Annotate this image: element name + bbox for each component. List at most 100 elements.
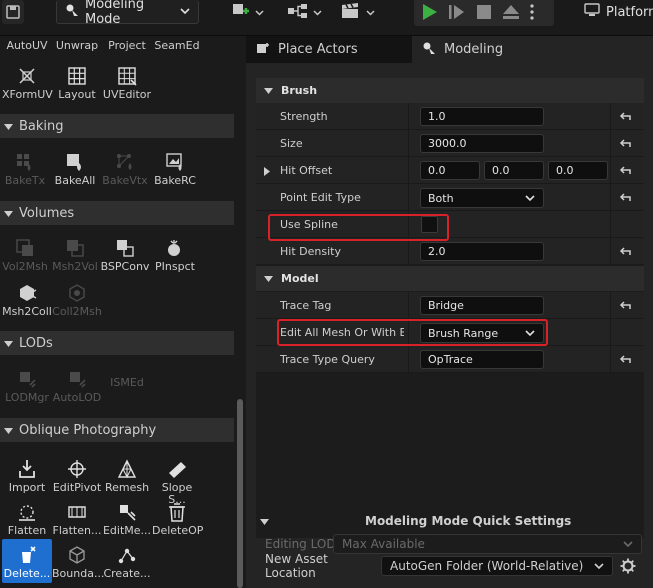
tool-bakeall[interactable]: BakeAll	[50, 150, 100, 187]
edit-all-mesh-dropdown[interactable]: Brush Range	[420, 323, 544, 343]
strength-input[interactable]: 1.0	[420, 107, 544, 126]
tab-modeling[interactable]: Modeling	[412, 36, 653, 63]
section-oblique-photography-header[interactable]: Oblique Photography	[0, 418, 234, 442]
hit-offset-y-input[interactable]: 0.0	[484, 161, 544, 180]
quick-settings-header[interactable]: Modeling Mode Quick Settings	[256, 508, 644, 533]
boundary-cube-icon	[52, 543, 102, 565]
category-brush[interactable]: Brush	[256, 78, 644, 103]
tool-autouv[interactable]: AutoUV	[2, 40, 52, 52]
modeling-mode-icon	[422, 41, 436, 59]
column-divider	[408, 238, 409, 265]
eject-icon[interactable]	[502, 4, 520, 23]
column-divider	[408, 292, 409, 319]
tool-vol2msh[interactable]: Vol2Msh	[0, 236, 50, 273]
quick-settings-new-asset-location: New Asset Location AutoGen Folder (World…	[256, 552, 644, 580]
tool-bakevtx[interactable]: BakeVtx	[100, 150, 150, 187]
tool-ismed[interactable]: ISMEd	[102, 377, 152, 389]
column-divider	[408, 211, 409, 238]
hit-offset-z-input[interactable]: 0.0	[548, 161, 608, 180]
add-actor-button[interactable]	[231, 0, 264, 24]
tool-remesh[interactable]: Remesh	[102, 457, 152, 494]
tool-create[interactable]: Create...	[102, 543, 152, 580]
bake-vertex-icon	[100, 150, 150, 172]
category-model[interactable]: Model	[256, 266, 644, 291]
play-icon[interactable]	[420, 3, 438, 24]
cinematics-button[interactable]	[340, 0, 375, 24]
column-divider	[610, 238, 611, 265]
bake-render-capture-icon	[150, 150, 200, 172]
prop-label-trace-tag: Trace Tag	[280, 299, 332, 312]
tool-import[interactable]: Import	[2, 457, 52, 494]
tool-seamed[interactable]: SeamEd	[152, 40, 202, 52]
tool-delete-selected[interactable]: Delete...	[2, 539, 52, 583]
save-icon[interactable]	[2, 0, 24, 24]
tool-boundary[interactable]: Bounda...	[52, 543, 104, 580]
tool-bakerc[interactable]: BakeRC	[150, 150, 200, 187]
reset-to-default-icon[interactable]	[618, 164, 632, 178]
mesh-to-volume-icon	[50, 236, 100, 258]
mode-selector-button[interactable]: Modeling Mode	[56, 0, 199, 27]
tool-bspconv[interactable]: BSPConv	[100, 236, 150, 273]
tool-slope[interactable]: Slope S...	[152, 457, 202, 506]
reset-to-default-icon[interactable]	[618, 299, 632, 313]
chevron-down-icon	[313, 6, 322, 19]
bake-all-icon	[50, 150, 100, 172]
tool-layout[interactable]: Layout	[52, 64, 102, 101]
tool-flatten[interactable]: Flatten	[2, 500, 52, 537]
tool-deleteop[interactable]: DeleteOP	[152, 500, 203, 537]
point-edit-type-dropdown[interactable]: Both	[420, 188, 544, 208]
tool-editmesh[interactable]: EditMe...	[102, 500, 152, 537]
gear-icon[interactable]	[620, 558, 636, 577]
tool-baketx[interactable]: BakeTx	[0, 150, 50, 187]
size-input[interactable]: 3000.0	[420, 134, 544, 153]
reset-to-default-icon[interactable]	[618, 353, 632, 367]
step-forward-icon[interactable]	[448, 3, 466, 24]
trace-tag-input[interactable]: Bridge	[420, 296, 544, 315]
reset-to-default-icon[interactable]	[618, 191, 632, 205]
tool-flatten-2[interactable]: Flatten...	[52, 500, 102, 537]
chevron-right-icon[interactable]	[264, 166, 270, 179]
platforms-button[interactable]: Platforms	[584, 0, 653, 24]
mesh-to-collision-icon	[2, 281, 52, 303]
reset-to-default-icon[interactable]	[618, 245, 632, 259]
tool-lodmgr[interactable]: LODMgr	[2, 367, 52, 404]
flatten-area-icon	[52, 500, 102, 522]
trace-type-query-input[interactable]: OpTrace	[420, 350, 544, 369]
tool-msh2coll[interactable]: Msh2Coll	[2, 281, 52, 318]
tool-editpivot[interactable]: EditPivot	[52, 457, 102, 494]
column-divider	[610, 319, 611, 346]
edit-mesh-icon	[102, 500, 152, 522]
tab-place-actors[interactable]: Place Actors	[246, 36, 412, 63]
editing-lod-dropdown[interactable]: Max Available	[333, 534, 642, 554]
section-volumes-header[interactable]: Volumes	[0, 201, 234, 225]
new-asset-location-dropdown[interactable]: AutoGen Folder (World-Relative)	[381, 556, 613, 576]
blueprint-button[interactable]	[287, 0, 322, 24]
prop-label-use-spline: Use Spline	[280, 218, 338, 231]
section-baking-header[interactable]: Baking	[0, 114, 234, 138]
hit-density-input[interactable]: 2.0	[420, 242, 544, 261]
column-divider	[610, 157, 611, 184]
use-spline-checkbox[interactable]	[421, 216, 438, 233]
tool-pinspct[interactable]: PInspct	[150, 236, 200, 273]
hit-offset-x-input[interactable]: 0.0	[420, 161, 480, 180]
tool-autolod[interactable]: AutoLOD	[52, 367, 102, 404]
tool-uveditor[interactable]: UVEditor	[102, 64, 152, 101]
column-divider	[610, 103, 611, 130]
tool-project[interactable]: Project	[102, 40, 152, 52]
palette-scrollbar-thumb[interactable]	[237, 399, 243, 588]
tool-msh2vol[interactable]: Msh2Vol	[50, 236, 100, 273]
column-divider	[408, 130, 409, 157]
tool-xformuv[interactable]: XFormUV	[2, 64, 53, 101]
chevron-down-icon	[525, 192, 535, 205]
chevron-down-icon	[4, 423, 13, 438]
chevron-down-icon	[4, 119, 13, 134]
stop-icon[interactable]	[476, 4, 492, 23]
tool-coll2msh[interactable]: Coll2Msh	[52, 281, 102, 318]
remesh-icon	[102, 457, 152, 479]
play-controls	[414, 0, 554, 26]
tool-unwrap[interactable]: Unwrap	[52, 40, 102, 52]
section-lods-header[interactable]: LODs	[0, 331, 234, 355]
reset-to-default-icon[interactable]	[618, 137, 632, 151]
reset-to-default-icon[interactable]	[618, 110, 632, 124]
more-options-icon[interactable]	[530, 3, 534, 23]
